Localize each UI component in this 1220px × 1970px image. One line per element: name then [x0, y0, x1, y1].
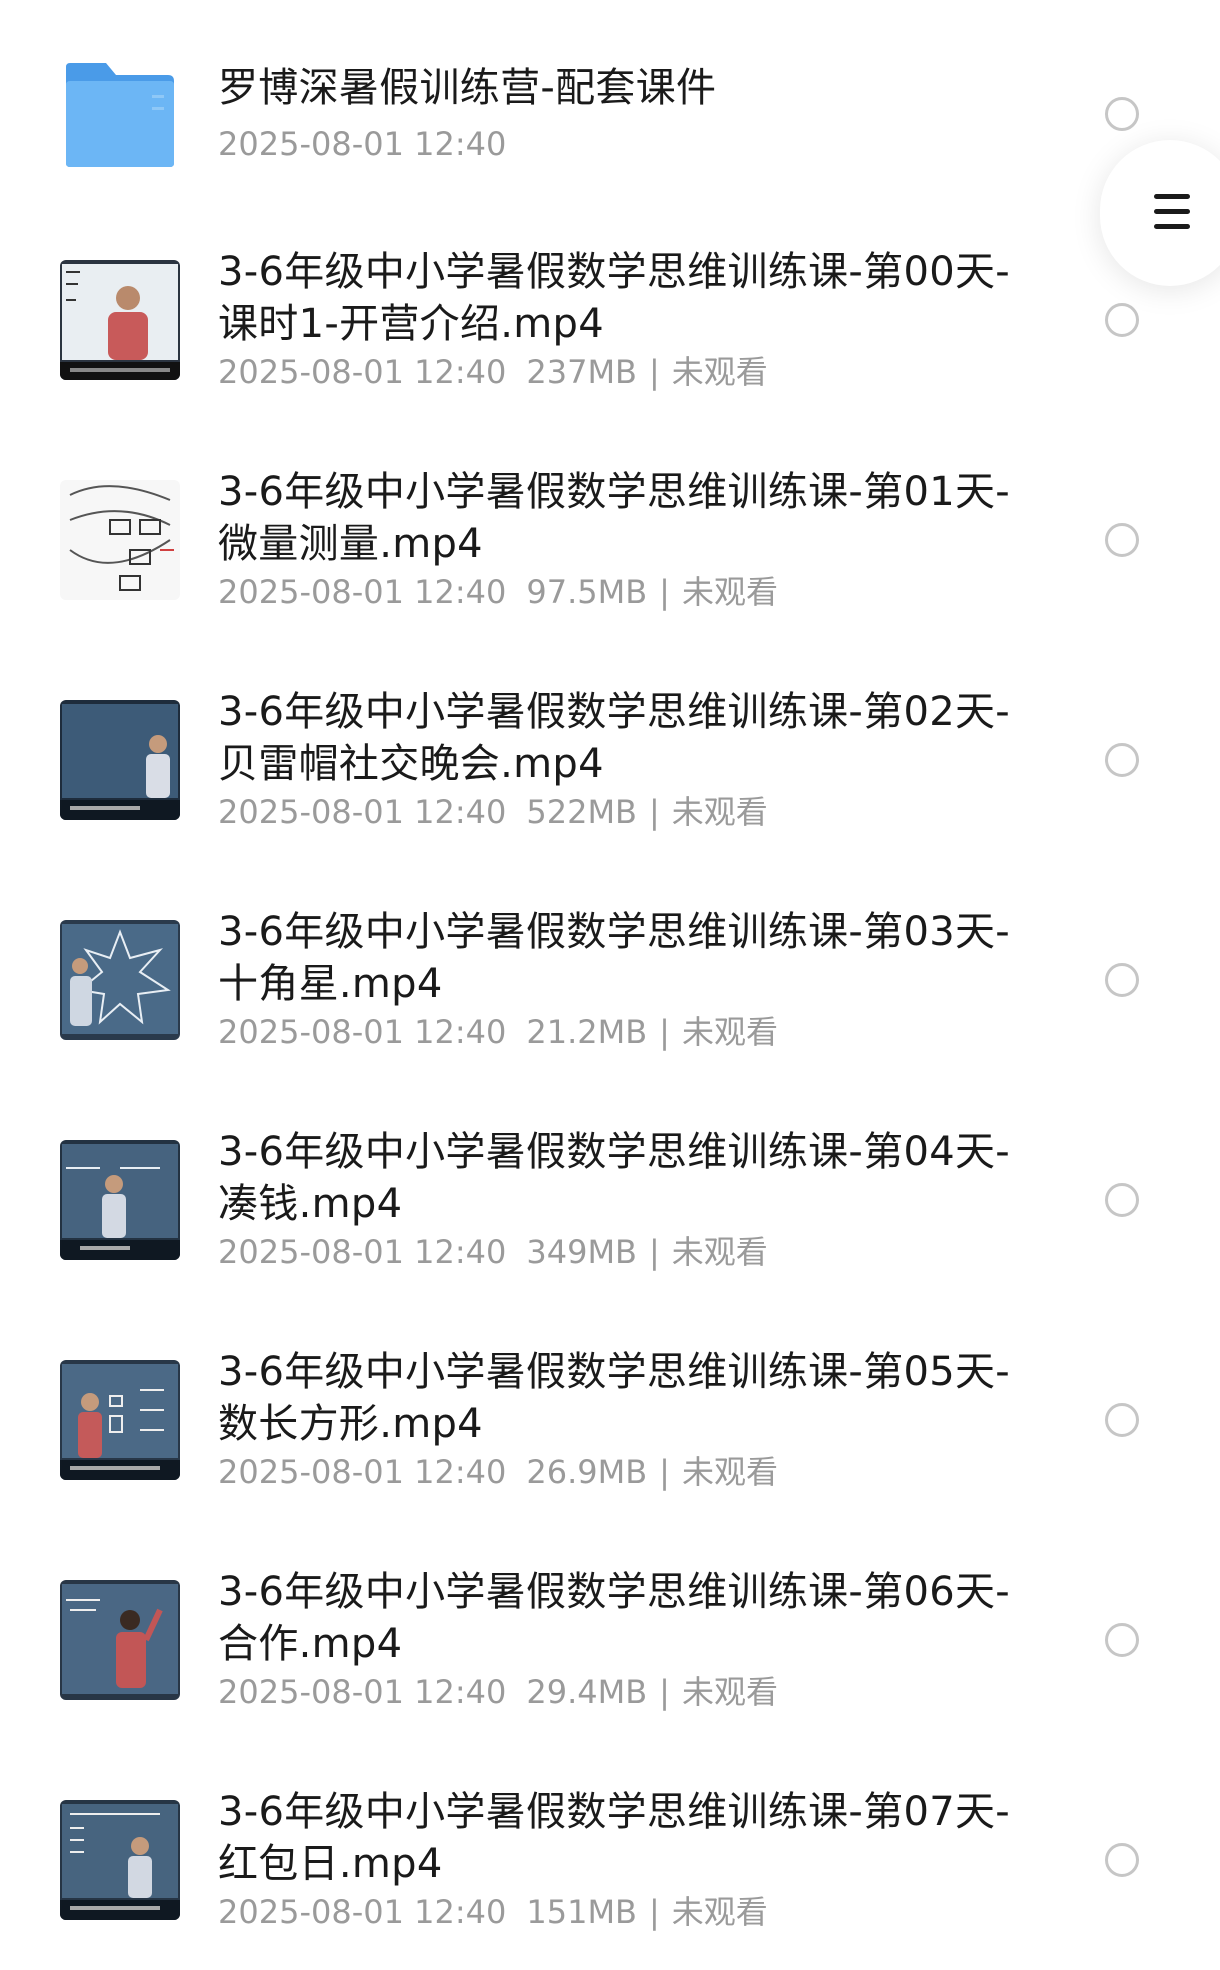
- file-title: 3-6年级中小学暑假数学思维训练课-第02天- 贝雷帽社交晚会.mp4: [218, 689, 1010, 787]
- menu-icon[interactable]: [1154, 194, 1190, 230]
- select-radio[interactable]: [1105, 523, 1139, 557]
- list-item[interactable]: 3-6年级中小学暑假数学思维训练课-第05天- 数长方形.mp4 2025-08…: [0, 1330, 1220, 1530]
- video-thumbnail: [60, 260, 180, 380]
- watch-status: 未观看: [671, 353, 768, 391]
- select-radio[interactable]: [1105, 963, 1139, 997]
- file-title: 3-6年级中小学暑假数学思维训练课-第06天- 合作.mp4: [218, 1569, 1010, 1667]
- file-meta: 2025-08-01 12:40 237MB | 未观看: [218, 352, 768, 392]
- video-thumbnail: [60, 920, 180, 1040]
- file-title: 3-6年级中小学暑假数学思维训练课-第03天- 十角星.mp4: [218, 909, 1010, 1007]
- list-item[interactable]: 3-6年级中小学暑假数学思维训练课-第02天- 贝雷帽社交晚会.mp4 2025…: [0, 670, 1220, 870]
- select-radio[interactable]: [1105, 303, 1139, 337]
- list-item[interactable]: 3-6年级中小学暑假数学思维训练课-第03天- 十角星.mp4 2025-08-…: [0, 890, 1220, 1090]
- file-meta: 2025-08-01 12:40 349MB | 未观看: [218, 1232, 768, 1272]
- file-date: 2025-08-01 12:40: [218, 1893, 507, 1931]
- file-date: 2025-08-01 12:40: [218, 573, 507, 611]
- divider: |: [649, 1893, 660, 1931]
- file-title: 3-6年级中小学暑假数学思维训练课-第04天- 凑钱.mp4: [218, 1129, 1010, 1227]
- file-date: 2025-08-01 12:40: [218, 1013, 507, 1051]
- list-item[interactable]: 3-6年级中小学暑假数学思维训练课-第01天- 微量测量.mp4 2025-08…: [0, 450, 1220, 650]
- folder-name: 罗博深暑假训练营-配套课件: [218, 65, 717, 111]
- divider: |: [649, 793, 660, 831]
- video-thumbnail: [60, 1140, 180, 1260]
- file-size: 26.9MB: [526, 1453, 648, 1491]
- divider: |: [659, 1453, 670, 1491]
- list-item[interactable]: 3-6年级中小学暑假数学思维训练课-第07天- 红包日.mp4 2025-08-…: [0, 1770, 1220, 1970]
- file-list: 罗博深暑假训练营-配套课件 2025-08-01 12:40 3-6年级中小学暑…: [0, 0, 1220, 1931]
- folder-row[interactable]: 罗博深暑假训练营-配套课件 2025-08-01 12:40: [0, 0, 1220, 210]
- file-date: 2025-08-01 12:40: [218, 1673, 507, 1711]
- file-date: 2025-08-01 12:40: [218, 1233, 507, 1271]
- divider: |: [659, 1013, 670, 1051]
- video-thumbnail: [60, 1800, 180, 1920]
- divider: |: [649, 353, 660, 391]
- folder-date: 2025-08-01 12:40: [218, 125, 507, 163]
- divider: |: [659, 1673, 670, 1711]
- file-date: 2025-08-01 12:40: [218, 1453, 507, 1491]
- select-radio[interactable]: [1105, 1623, 1139, 1657]
- file-date: 2025-08-01 12:40: [218, 793, 507, 831]
- watch-status: 未观看: [671, 1233, 768, 1271]
- file-title: 3-6年级中小学暑假数学思维训练课-第05天- 数长方形.mp4: [218, 1349, 1010, 1447]
- select-radio[interactable]: [1105, 743, 1139, 777]
- file-size: 522MB: [526, 793, 637, 831]
- video-thumbnail: [60, 480, 180, 600]
- video-thumbnail: [60, 700, 180, 820]
- file-date: 2025-08-01 12:40: [218, 353, 507, 391]
- video-thumbnail: [60, 1360, 180, 1480]
- file-meta: 2025-08-01 12:40 97.5MB | 未观看: [218, 572, 778, 612]
- divider: |: [659, 573, 670, 611]
- video-thumbnail: [60, 1580, 180, 1700]
- watch-status: 未观看: [671, 1893, 768, 1931]
- file-meta: 2025-08-01 12:40 29.4MB | 未观看: [218, 1672, 778, 1712]
- file-title: 3-6年级中小学暑假数学思维训练课-第07天- 红包日.mp4: [218, 1789, 1010, 1887]
- list-item[interactable]: 3-6年级中小学暑假数学思维训练课-第06天- 合作.mp4 2025-08-0…: [0, 1550, 1220, 1750]
- watch-status: 未观看: [681, 573, 778, 611]
- file-title: 3-6年级中小学暑假数学思维训练课-第00天- 课时1-开营介绍.mp4: [218, 249, 1010, 347]
- file-meta: 2025-08-01 12:40 21.2MB | 未观看: [218, 1012, 778, 1052]
- file-meta: 2025-08-01 12:40 26.9MB | 未观看: [218, 1452, 778, 1492]
- list-item[interactable]: 3-6年级中小学暑假数学思维训练课-第00天- 课时1-开营介绍.mp4 202…: [0, 230, 1220, 430]
- select-radio[interactable]: [1105, 1843, 1139, 1877]
- select-radio[interactable]: [1105, 1403, 1139, 1437]
- file-meta: 2025-08-01 12:40 522MB | 未观看: [218, 792, 768, 832]
- list-item[interactable]: 3-6年级中小学暑假数学思维训练课-第04天- 凑钱.mp4 2025-08-0…: [0, 1110, 1220, 1310]
- watch-status: 未观看: [681, 1013, 778, 1051]
- file-size: 349MB: [526, 1233, 637, 1271]
- file-title: 3-6年级中小学暑假数学思维训练课-第01天- 微量测量.mp4: [218, 469, 1010, 567]
- file-size: 237MB: [526, 353, 637, 391]
- file-size: 151MB: [526, 1893, 637, 1931]
- file-meta: 2025-08-01 12:40 151MB | 未观看: [218, 1892, 768, 1932]
- select-radio[interactable]: [1105, 1183, 1139, 1217]
- watch-status: 未观看: [671, 793, 768, 831]
- divider: |: [649, 1233, 660, 1271]
- select-radio[interactable]: [1105, 97, 1139, 131]
- file-size: 21.2MB: [526, 1013, 648, 1051]
- watch-status: 未观看: [681, 1673, 778, 1711]
- file-size: 29.4MB: [526, 1673, 648, 1711]
- folder-icon: [60, 55, 180, 175]
- watch-status: 未观看: [681, 1453, 778, 1491]
- file-size: 97.5MB: [526, 573, 648, 611]
